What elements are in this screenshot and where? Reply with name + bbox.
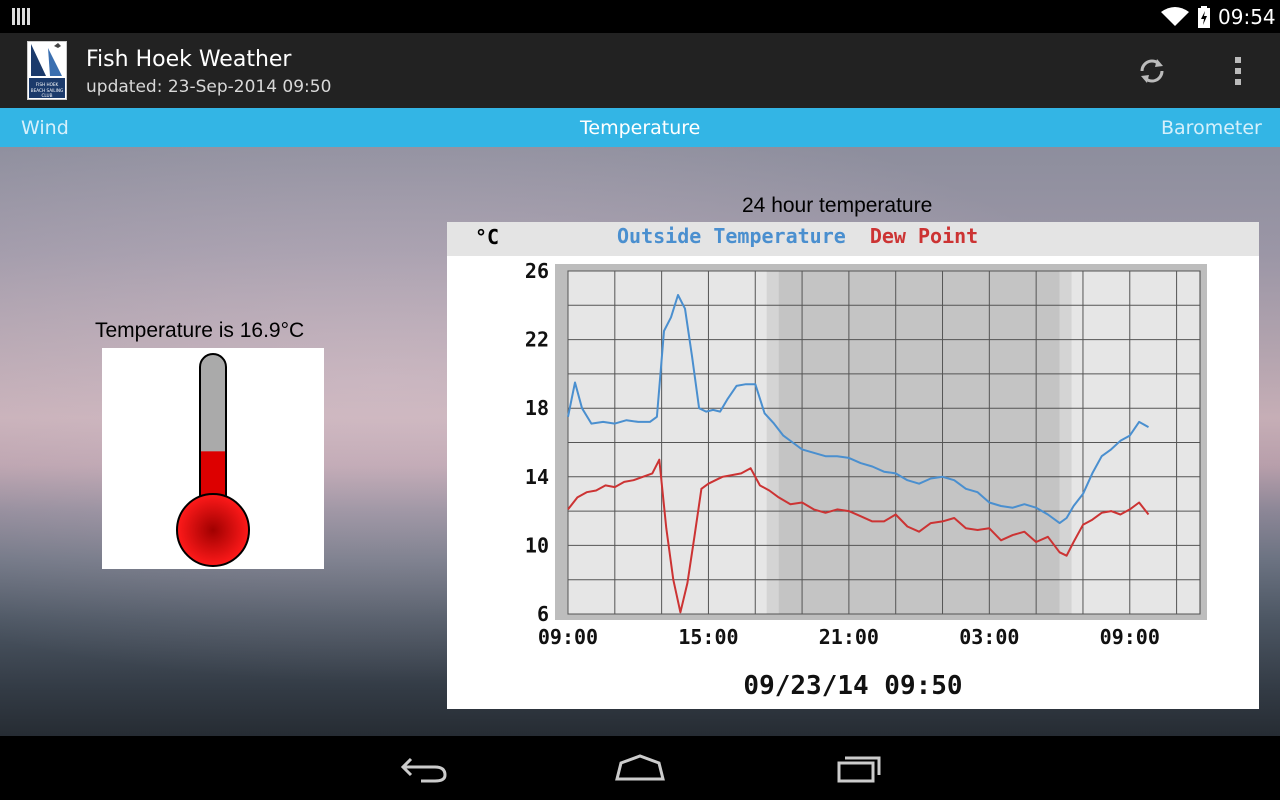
logo-text: FISH HOEK xyxy=(36,82,59,87)
back-icon xyxy=(400,757,447,783)
sailing-club-logo-icon: FISH HOEK BEACH SAILING CLUB xyxy=(28,42,66,99)
x-tick-label: 09:00 xyxy=(538,625,598,649)
battery-icon xyxy=(1198,6,1210,28)
chart-title: 24 hour temperature xyxy=(742,194,933,217)
temperature-chart: °C Outside Temperature Dew Point 6 10 14 18… xyxy=(447,222,1259,709)
y-tick-label: 14 xyxy=(525,465,549,489)
app-subtitle: updated: 23-Sep-2014 09:50 xyxy=(86,77,332,97)
home-button[interactable] xyxy=(610,748,670,788)
notification-icon xyxy=(12,8,30,25)
chart-footer-timestamp: 09/23/14 09:50 xyxy=(743,671,962,701)
clock: 09:54 xyxy=(1218,5,1276,29)
current-temperature-label: Temperature is 16.9°C xyxy=(95,319,305,342)
y-tick-label: 6 xyxy=(537,602,549,626)
legend-outside-temperature: Outside Temperature xyxy=(617,224,846,248)
app-title: Fish Hoek Weather xyxy=(86,47,292,72)
svg-text:Outside Temperature De: Outside Temperature Dew Point xyxy=(617,224,978,248)
y-tick-label: 22 xyxy=(525,328,549,352)
unit-label: °C xyxy=(475,225,499,249)
navigation-bar xyxy=(0,736,1280,800)
svg-text:CLUB: CLUB xyxy=(42,93,53,98)
x-tick-label: 09:00 xyxy=(1100,625,1160,649)
refresh-button[interactable] xyxy=(1128,47,1176,95)
tab-barometer[interactable]: Barometer xyxy=(1161,117,1262,139)
home-icon xyxy=(615,754,665,781)
tab-temperature[interactable]: Temperature xyxy=(580,117,700,139)
thermometer-panel xyxy=(102,348,324,569)
y-tick-label: 18 xyxy=(525,396,549,420)
x-axis-ticks: 09:00 15:00 21:00 03:00 09:00 xyxy=(538,625,1160,649)
tab-strip: Wind Temperature Barometer xyxy=(0,108,1280,147)
overflow-menu-button[interactable] xyxy=(1218,47,1258,95)
content-area: Temperature is 16.9°C 24 hour temperatur… xyxy=(0,147,1280,736)
recent-apps-icon xyxy=(837,756,881,783)
x-tick-label: 15:00 xyxy=(678,625,738,649)
tab-wind[interactable]: Wind xyxy=(21,117,69,139)
back-button[interactable] xyxy=(394,748,454,788)
thermometer-icon xyxy=(176,353,250,567)
app-logo: FISH HOEK BEACH SAILING CLUB xyxy=(27,41,67,100)
x-tick-label: 03:00 xyxy=(959,625,1019,649)
y-axis-ticks: 6 10 14 18 22 26 xyxy=(525,259,549,626)
y-tick-label: 10 xyxy=(525,533,549,557)
refresh-icon xyxy=(1140,59,1164,83)
legend-dew-point: Dew Point xyxy=(870,224,978,248)
x-tick-label: 21:00 xyxy=(819,625,879,649)
y-tick-label: 26 xyxy=(525,259,549,283)
status-bar: 09:54 xyxy=(0,0,1280,33)
recent-apps-button[interactable] xyxy=(828,748,888,788)
action-bar: FISH HOEK BEACH SAILING CLUB Fish Hoek W… xyxy=(0,33,1280,108)
wifi-icon xyxy=(1161,7,1189,26)
overflow-menu-icon xyxy=(1235,57,1241,85)
temperature-chart-svg: °C Outside Temperature Dew Point 6 10 14 18… xyxy=(447,222,1259,701)
